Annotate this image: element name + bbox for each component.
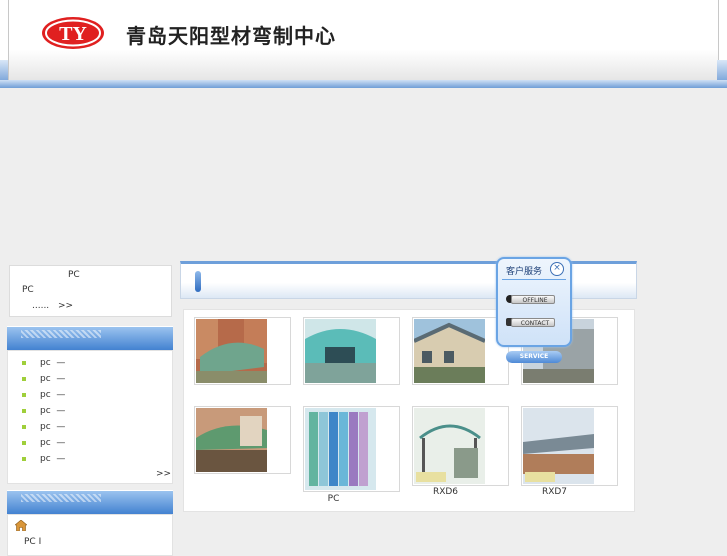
list-item[interactable]: pc — [21,436,65,452]
site-title: 青岛天阳型材弯制中心 [126,24,336,48]
bullet-icon [22,409,26,413]
customer-service-widget: 客户服务 × OFFLINE CONTACT SERVICE [496,257,572,363]
contact-list-item[interactable]: PC I [24,537,41,547]
product-list-header [7,326,173,351]
list-item[interactable]: pc — [21,404,65,420]
bullet-icon [22,441,26,445]
list-item[interactable]: pc — [21,388,65,404]
header-panel [8,0,719,80]
thumbnail-caption: RXD7 [541,487,568,497]
product-image [305,408,376,490]
product-image [305,319,376,383]
bullet-icon [22,393,26,397]
product-thumbnail[interactable] [194,317,291,385]
intro-text: PC [22,285,34,295]
bullet-icon [22,377,26,381]
product-thumbnail[interactable] [412,317,509,385]
product-image [196,319,267,383]
thumbnail-caption: RXD6 [432,487,459,497]
bullet-icon [22,425,26,429]
product-image [523,408,594,484]
offline-button[interactable]: OFFLINE [511,295,555,304]
intro-box: PC PC ...... >> [9,265,172,317]
close-icon[interactable]: × [550,262,564,276]
intro-ellipsis: ...... [32,301,50,311]
product-thumbnail[interactable] [412,406,509,486]
product-list-more-link[interactable]: >> [156,469,171,479]
product-image [414,408,485,484]
intro-title: PC [68,270,80,280]
contact-list: PC I [7,514,173,556]
header-bar [0,80,727,88]
product-thumbnail[interactable] [303,406,400,492]
contact-button[interactable]: CONTACT [511,318,555,327]
product-thumbnail[interactable] [521,406,618,486]
header: TY 青岛天阳型材弯制中心 [0,0,727,88]
bullet-icon [22,457,26,461]
product-image [196,408,267,472]
list-item[interactable]: pc — [21,452,65,468]
list-item[interactable]: pc — [21,420,65,436]
contact-list-header [7,490,173,515]
service-title: 客户服务 [506,267,543,277]
logo[interactable]: TY [40,15,106,51]
gallery-header-tab [195,271,201,292]
product-thumbnail[interactable] [303,317,400,385]
logo-text: TY [59,23,87,45]
bullet-icon [22,361,26,365]
service-button[interactable]: SERVICE [506,351,562,363]
list-item[interactable]: pc — [21,356,65,372]
product-image [414,319,485,383]
list-item[interactable]: pc — [21,372,65,388]
intro-more-link[interactable]: >> [58,301,73,311]
product-list: pc — pc — pc — pc — pc — pc — pc — >> [7,350,173,484]
product-thumbnail[interactable] [194,406,291,474]
thumbnail-caption: PC [327,494,340,504]
home-icon[interactable] [15,520,27,531]
divider [502,279,566,280]
